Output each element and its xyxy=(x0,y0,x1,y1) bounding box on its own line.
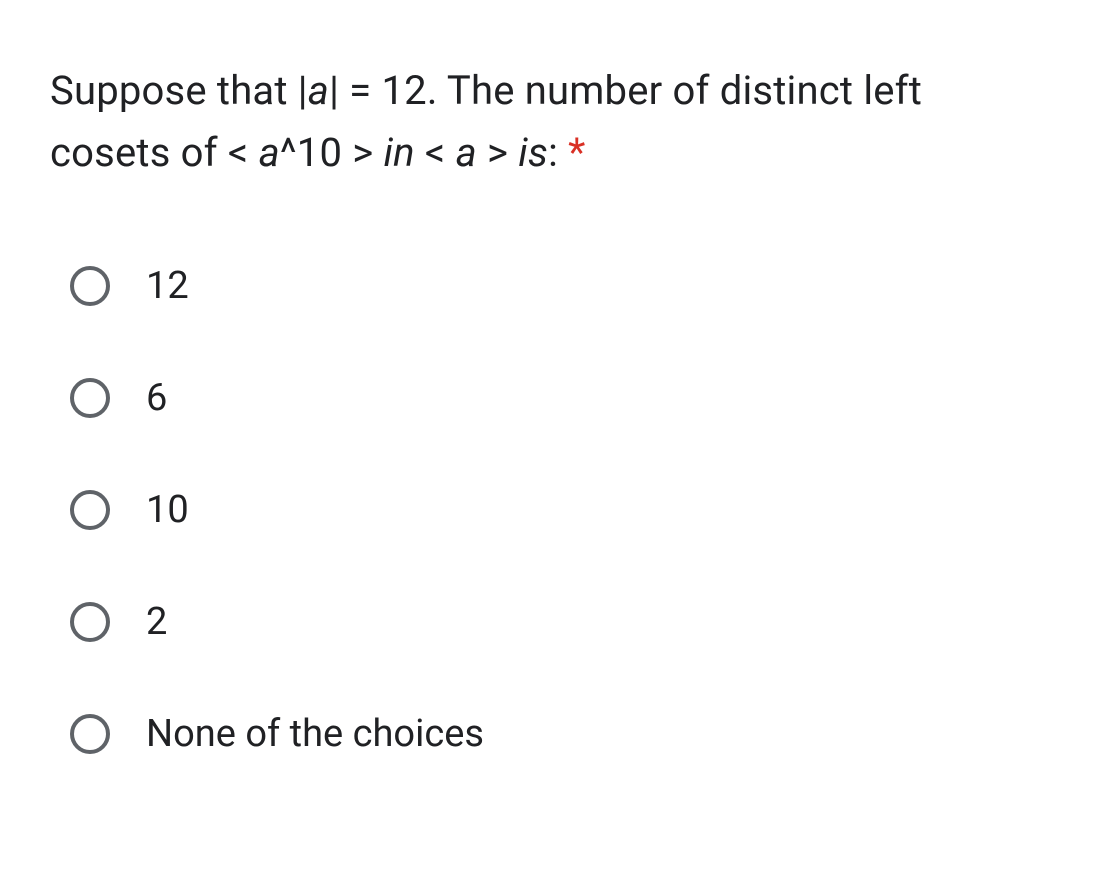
question-italic: a xyxy=(259,129,280,176)
question-part: Suppose that | xyxy=(50,67,308,114)
question-part: ^10 > xyxy=(280,129,384,176)
radio-icon xyxy=(70,714,110,754)
question-part: < xyxy=(415,129,456,176)
required-asterisk: * xyxy=(568,129,585,176)
radio-icon xyxy=(70,490,110,530)
radio-icon xyxy=(70,602,110,642)
option-2[interactable]: 2 xyxy=(70,600,1043,644)
option-10[interactable]: 10 xyxy=(70,488,1043,532)
options-list: 12 6 10 2 None of the choices xyxy=(50,264,1043,756)
question-italic: in xyxy=(384,129,415,176)
question-italic: a xyxy=(308,67,329,114)
form-question-card: Suppose that |a| = 12. The number of dis… xyxy=(0,0,1093,806)
option-label: 12 xyxy=(146,264,189,308)
question-italic: is xyxy=(518,129,548,176)
option-6[interactable]: 6 xyxy=(70,376,1043,420)
question-italic: a xyxy=(456,129,477,176)
option-label: 2 xyxy=(146,600,167,644)
question-text: Suppose that |a| = 12. The number of dis… xyxy=(50,60,1043,184)
option-label: 6 xyxy=(146,376,167,420)
option-12[interactable]: 12 xyxy=(70,264,1043,308)
option-label: None of the choices xyxy=(146,712,484,756)
radio-icon xyxy=(70,378,110,418)
radio-icon xyxy=(70,266,110,306)
question-part: > xyxy=(477,129,518,176)
question-part: : xyxy=(548,129,558,176)
option-label: 10 xyxy=(146,488,189,532)
option-none[interactable]: None of the choices xyxy=(70,712,1043,756)
